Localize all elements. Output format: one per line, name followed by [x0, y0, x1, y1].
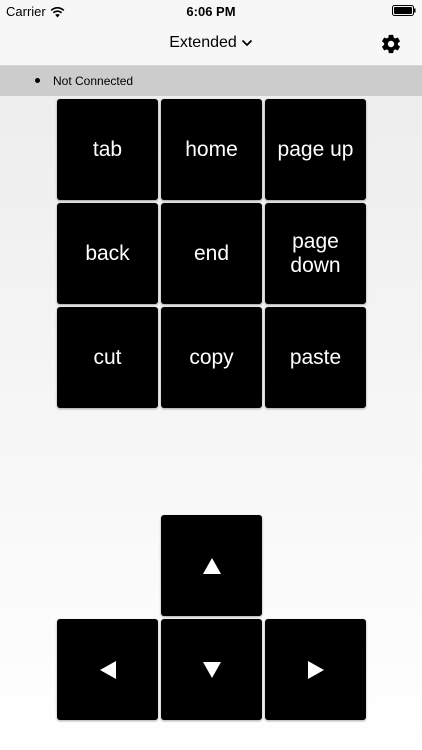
key-arrow-left[interactable]: [57, 619, 158, 720]
nav-title: Extended: [169, 34, 237, 51]
status-bar: Carrier 6:06 PM: [0, 0, 422, 22]
key-label: copy: [189, 345, 234, 369]
key-label: page down: [290, 229, 341, 277]
arrow-left-icon: [99, 660, 116, 679]
key-page-up[interactable]: page up: [265, 99, 366, 200]
navigation-bar: Extended: [0, 22, 422, 66]
key-tab[interactable]: tab: [57, 99, 158, 200]
connection-status-bar: Not Connected: [0, 66, 422, 96]
key-label: cut: [93, 345, 122, 369]
key-cut[interactable]: cut: [57, 307, 158, 408]
key-arrow-right[interactable]: [265, 619, 366, 720]
key-label: page up: [277, 137, 354, 161]
key-label: end: [193, 241, 230, 265]
key-paste[interactable]: paste: [265, 307, 366, 408]
key-label: back: [85, 241, 130, 265]
key-home[interactable]: home: [161, 99, 262, 200]
app-screen: Carrier 6:06 PM Extended Not Connected t…: [0, 0, 422, 750]
gear-icon[interactable]: [380, 33, 402, 55]
battery-icon: [392, 5, 416, 16]
arrow-down-icon: [202, 661, 221, 678]
key-copy[interactable]: copy: [161, 307, 262, 408]
key-label: tab: [92, 137, 123, 161]
key-label: paste: [289, 345, 342, 369]
arrow-up-icon: [202, 557, 221, 574]
status-time: 6:06 PM: [186, 4, 236, 19]
key-end[interactable]: end: [161, 203, 262, 304]
layout-selector[interactable]: Extended: [0, 34, 422, 52]
arrow-right-icon: [307, 660, 324, 679]
connection-indicator-dot: [35, 78, 40, 83]
key-page-down[interactable]: page down: [265, 203, 366, 304]
connection-status-text: Not Connected: [53, 74, 134, 88]
key-label: home: [185, 137, 238, 161]
key-back[interactable]: back: [57, 203, 158, 304]
key-arrow-down[interactable]: [161, 619, 262, 720]
key-arrow-up[interactable]: [161, 515, 262, 616]
chevron-down-icon: [241, 39, 252, 47]
